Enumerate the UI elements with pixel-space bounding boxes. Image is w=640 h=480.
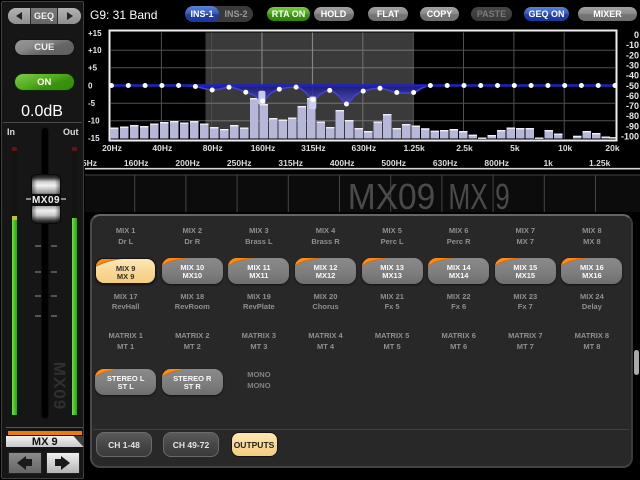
svg-text:10k: 10k — [558, 143, 572, 153]
svg-text:2.5k: 2.5k — [456, 143, 473, 153]
svg-text:5k: 5k — [510, 143, 520, 153]
svg-text:-70: -70 — [626, 101, 639, 111]
svg-text:1.25k: 1.25k — [589, 158, 611, 168]
svg-text:315Hz: 315Hz — [278, 158, 303, 168]
svg-text:-80: -80 — [626, 111, 639, 121]
svg-text:315Hz: 315Hz — [301, 143, 326, 153]
svg-text:-90: -90 — [626, 121, 639, 131]
svg-text:40Hz: 40Hz — [152, 143, 172, 153]
svg-text:-5: -5 — [88, 99, 96, 108]
svg-text:-60: -60 — [626, 91, 639, 101]
svg-text:-20: -20 — [626, 50, 639, 60]
svg-text:1k: 1k — [543, 158, 553, 168]
svg-text:-15: -15 — [88, 134, 100, 143]
svg-text:0: 0 — [88, 81, 93, 90]
svg-text:160Hz: 160Hz — [124, 158, 149, 168]
svg-text:-100: -100 — [621, 132, 639, 142]
svg-text:+5: +5 — [88, 64, 98, 73]
svg-text:+10: +10 — [88, 46, 102, 55]
svg-text:MX09: MX09 — [348, 176, 436, 217]
svg-text:MX 9: MX 9 — [448, 176, 509, 217]
svg-text:20k: 20k — [605, 143, 619, 153]
svg-text:-50: -50 — [626, 81, 639, 91]
svg-text:-30: -30 — [626, 60, 639, 70]
svg-text:1.25k: 1.25k — [403, 143, 425, 153]
svg-text:500Hz: 500Hz — [381, 158, 406, 168]
svg-text:160Hz: 160Hz — [251, 143, 276, 153]
svg-text:80Hz: 80Hz — [203, 143, 223, 153]
svg-text:630Hz: 630Hz — [352, 143, 377, 153]
svg-text:-10: -10 — [626, 40, 639, 50]
svg-text:-10: -10 — [88, 117, 100, 126]
svg-text:0: 0 — [634, 30, 639, 40]
svg-text:250Hz: 250Hz — [227, 158, 252, 168]
svg-text:20Hz: 20Hz — [102, 143, 122, 153]
svg-text:630Hz: 630Hz — [433, 158, 458, 168]
svg-text:400Hz: 400Hz — [330, 158, 355, 168]
svg-text:+15: +15 — [88, 29, 102, 38]
svg-text:800Hz: 800Hz — [484, 158, 509, 168]
svg-text:200Hz: 200Hz — [175, 158, 200, 168]
svg-text:-40: -40 — [626, 71, 639, 81]
